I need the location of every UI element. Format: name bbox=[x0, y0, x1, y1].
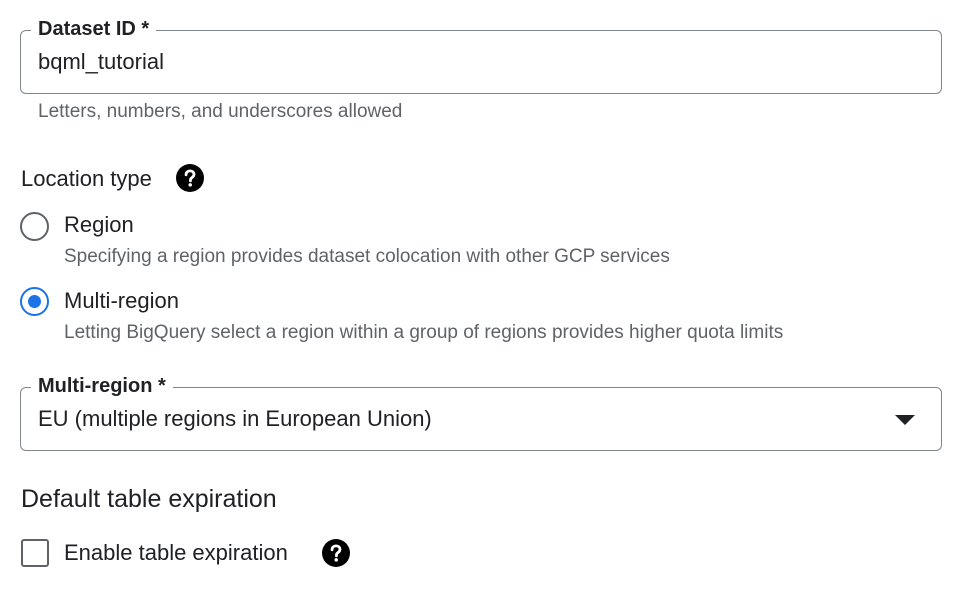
help-circle-icon[interactable] bbox=[176, 164, 204, 192]
region-radio-label[interactable]: Region bbox=[64, 210, 134, 240]
dataset-id-field[interactable]: Dataset ID * bqml_tutorial bbox=[20, 16, 942, 94]
region-description: Specifying a region provides dataset col… bbox=[64, 246, 670, 267]
dataset-id-input[interactable]: bqml_tutorial bbox=[38, 47, 164, 77]
dataset-id-hint: Letters, numbers, and underscores allowe… bbox=[38, 101, 403, 122]
multi-region-radio[interactable] bbox=[20, 287, 49, 316]
location-type-heading: Location type bbox=[21, 166, 152, 191]
multi-region-select-value[interactable]: EU (multiple regions in European Union) bbox=[38, 404, 432, 434]
table-expiration-heading: Default table expiration bbox=[21, 485, 277, 513]
multi-region-radio-label[interactable]: Multi-region bbox=[64, 286, 179, 316]
radio-selected-dot bbox=[28, 295, 41, 308]
help-circle-icon[interactable] bbox=[322, 539, 350, 567]
multi-region-select-label: Multi-region * bbox=[31, 373, 173, 399]
multi-region-select[interactable]: Multi-region * EU (multiple regions in E… bbox=[20, 373, 942, 451]
dropdown-arrow-icon[interactable] bbox=[895, 415, 915, 425]
region-radio[interactable] bbox=[20, 212, 49, 241]
enable-table-expiration-label[interactable]: Enable table expiration bbox=[64, 538, 288, 568]
enable-table-expiration-checkbox[interactable] bbox=[21, 539, 49, 567]
dataset-id-label: Dataset ID * bbox=[31, 16, 157, 42]
multi-region-description: Letting BigQuery select a region within … bbox=[64, 322, 784, 343]
